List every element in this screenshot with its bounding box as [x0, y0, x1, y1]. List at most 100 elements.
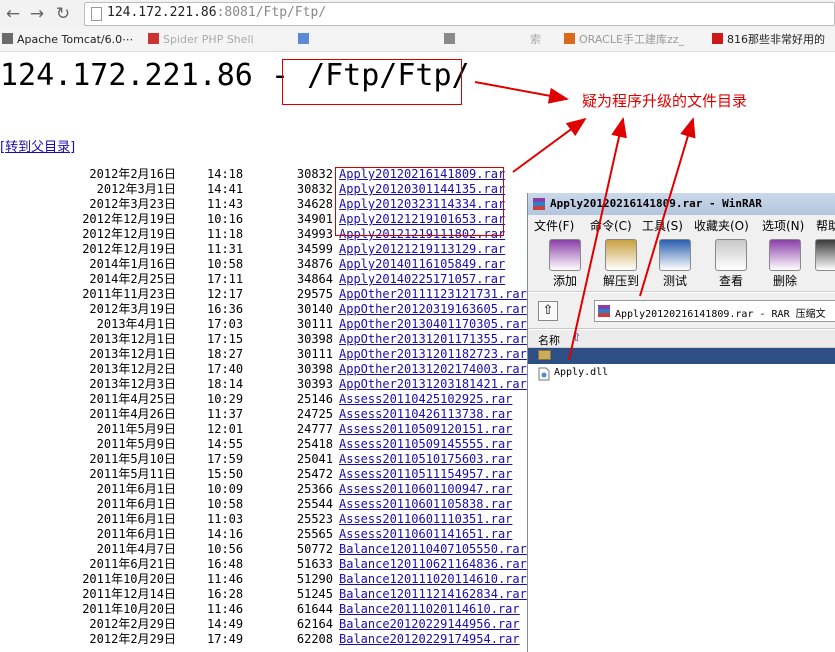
file-list-header: 名称 ⇧ [528, 330, 835, 348]
file-link[interactable]: Apply20121219113129.rar [339, 242, 505, 257]
extract-icon [605, 239, 637, 271]
file-date: 2012年2月29日 [89, 617, 176, 631]
file-time: 12:17 [207, 287, 244, 301]
menu-favorites[interactable]: 收藏夹(O) [694, 217, 749, 234]
file-date: 2011年6月21日 [89, 557, 176, 571]
find-button[interactable] [808, 234, 835, 292]
list-item: 2013年12月3日 18:14 30393 AppOther201312031814… [0, 377, 530, 392]
up-folder-icon[interactable]: ⇧ [538, 301, 558, 321]
column-name-header[interactable]: 名称 [538, 332, 560, 348]
file-link[interactable]: Assess20110511154957.rar [339, 467, 512, 482]
browser-toolbar: ← → ↻ 124.172.221.86:8081/Ftp/Ftp/ [0, 0, 835, 28]
winrar-menubar: 文件(F) 命令(C) 工具(S) 收藏夹(O) 选项(N) 帮助 [528, 215, 835, 234]
folder-icon [538, 350, 551, 360]
file-time: 16:48 [207, 557, 244, 571]
file-size: 34993 [296, 227, 333, 241]
heading-host: 124.172.221.86 [0, 58, 253, 93]
file-link[interactable]: Balance120111020114610.rar [339, 572, 527, 587]
file-time: 14:41 [207, 182, 244, 196]
delete-button[interactable]: 删除 [762, 234, 808, 292]
file-link[interactable]: Balance120110407105550.rar [339, 542, 527, 557]
file-link[interactable]: AppOther20120319163605.rar [339, 302, 527, 317]
file-link[interactable]: Assess20110601100947.rar [339, 482, 512, 497]
file-link[interactable]: Apply20140116105849.rar [339, 257, 505, 272]
file-time: 10:56 [207, 542, 244, 556]
file-link[interactable]: Balance120111214162834.rar [339, 587, 527, 602]
url-text[interactable]: 124.172.221.86:8081/Ftp/Ftp/ [107, 5, 326, 20]
file-size: 24777 [296, 422, 333, 436]
file-time: 14:16 [207, 527, 244, 541]
bookmark-3[interactable] [298, 32, 313, 48]
address-bar[interactable]: 124.172.221.86:8081/Ftp/Ftp/ [84, 2, 835, 26]
extract-to-button[interactable]: 解压到 [598, 234, 644, 292]
file-link[interactable]: AppOther20131201171355.rar [339, 332, 527, 347]
archive-path-field[interactable]: Apply20120216141809.rar - RAR 压缩文 [594, 300, 835, 322]
file-date: 2012年12月19日 [82, 212, 176, 226]
file-time: 11:03 [207, 512, 244, 526]
list-item: 2011年5月9日 12:01 24777 Assess20110509120151.… [0, 422, 530, 437]
file-size: 25146 [296, 392, 333, 406]
file-link[interactable]: Assess20110509120151.rar [339, 422, 512, 437]
bookmark-5[interactable]: 索 [530, 32, 541, 48]
menu-command[interactable]: 命令(C) [590, 217, 632, 234]
file-link[interactable]: Apply20140225171057.rar [339, 272, 505, 287]
file-size: 34599 [296, 242, 333, 256]
bookmark-tomcat[interactable]: Apache Tomcat/6.0⋯ [2, 32, 133, 48]
file-time: 11:46 [207, 572, 244, 586]
file-time: 17:03 [207, 317, 244, 331]
file-link[interactable]: Assess20110601141651.rar [339, 527, 512, 542]
menu-options[interactable]: 选项(N) [762, 217, 804, 234]
file-link[interactable]: AppOther20131202174003.rar [339, 362, 527, 377]
list-item: 2012年2月29日 17:49 62208 Balance2012022917495… [0, 632, 530, 647]
file-date: 2012年2月29日 [89, 632, 176, 646]
file-size: 29575 [296, 287, 333, 301]
menu-help[interactable]: 帮助 [816, 217, 835, 234]
parent-directory-link[interactable]: [转到父目录] [0, 136, 75, 155]
file-date: 2012年3月19日 [89, 302, 176, 316]
file-row-dll[interactable]: Apply.dll [534, 365, 654, 383]
file-size: 30111 [296, 347, 333, 361]
bookmark-816[interactable]: 816那些非常好用的 [712, 32, 825, 48]
bookmark-oracle[interactable]: ORACLE手工建库zz_ [564, 32, 684, 48]
bookmark-label: 816那些非常好用的 [727, 33, 825, 46]
file-link[interactable]: Balance20111020114610.rar [339, 602, 520, 617]
file-size: 25041 [296, 452, 333, 466]
parent-folder-row[interactable] [528, 348, 835, 364]
file-link[interactable]: Balance20120229174954.rar [339, 632, 520, 647]
file-link[interactable]: Assess20110426113738.rar [339, 407, 512, 422]
menu-file[interactable]: 文件(F) [534, 217, 574, 234]
bookmark-4[interactable] [444, 32, 459, 48]
back-icon[interactable]: ← [2, 3, 24, 25]
list-item: 2012年12月19日 11:31 34599 Apply20121219113129… [0, 242, 530, 257]
test-button[interactable]: 测试 [652, 234, 698, 292]
file-date: 2011年4月26日 [89, 407, 176, 421]
file-link[interactable]: Assess20110510175603.rar [339, 452, 512, 467]
file-link[interactable]: Assess20110601110351.rar [339, 512, 512, 527]
file-link[interactable]: Assess20110425102925.rar [339, 392, 512, 407]
file-link[interactable]: AppOther20130401170305.rar [339, 317, 527, 332]
bookmarks-bar: Apache Tomcat/6.0⋯ Spider PHP Shell 索 OR… [0, 28, 835, 52]
file-link[interactable]: Balance120110621164836.rar [339, 557, 527, 572]
find-icon [815, 239, 835, 271]
sort-arrow-icon: ⇧ [572, 331, 582, 344]
reload-icon[interactable]: ↻ [52, 3, 74, 25]
file-link[interactable]: AppOther20131201182723.rar [339, 347, 527, 362]
file-date: 2014年2月25日 [89, 272, 176, 286]
list-item: 2012年3月19日 16:36 30140 AppOther201203191636… [0, 302, 530, 317]
file-link[interactable]: Assess20110509145555.rar [339, 437, 512, 452]
file-link[interactable]: Assess20110601105838.rar [339, 497, 512, 512]
file-size: 51290 [296, 572, 333, 586]
file-link[interactable]: Balance20120229144956.rar [339, 617, 520, 632]
file-link[interactable]: AppOther20131203181421.rar [339, 377, 527, 392]
delete-icon [769, 239, 801, 271]
file-link[interactable]: AppOther20111123121731.rar [339, 287, 527, 302]
menu-tools[interactable]: 工具(S) [642, 217, 683, 234]
winrar-titlebar[interactable]: Apply20120216141809.rar - WinRAR [528, 193, 835, 215]
add-label: 添加 [552, 274, 577, 288]
view-button[interactable]: 查看 [708, 234, 754, 292]
file-time: 17:15 [207, 332, 244, 346]
bookmark-spider-shell[interactable]: Spider PHP Shell [148, 32, 254, 48]
file-size: 30398 [296, 362, 333, 376]
add-button[interactable]: 添加 [542, 234, 588, 292]
forward-icon[interactable]: → [26, 3, 48, 25]
